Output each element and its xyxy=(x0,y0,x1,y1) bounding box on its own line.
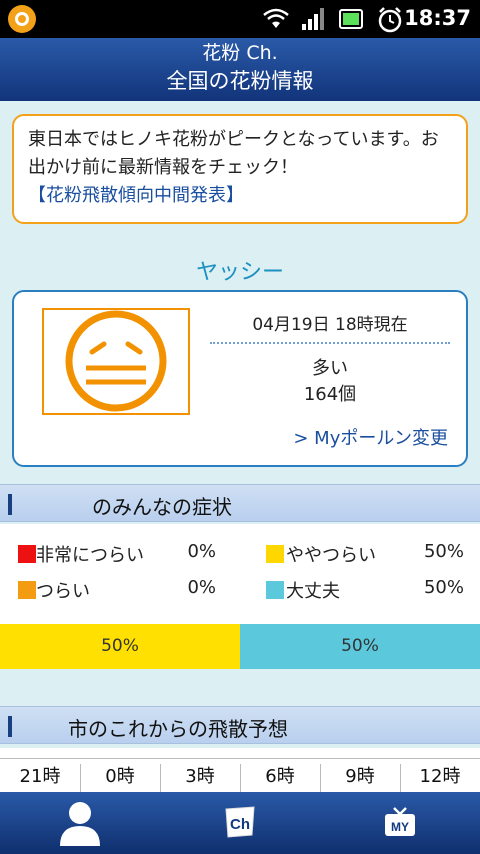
pollen-level: 多い xyxy=(312,358,348,379)
channel-icon-label: Ch xyxy=(230,816,250,833)
symptom-ratio-bar: 50% 50% xyxy=(0,624,480,669)
forecast-time: 12時 xyxy=(419,766,461,787)
forecast-panel: 21時 0時 3時 6時 9時 12時 xyxy=(0,748,480,792)
status-bar: 18:37 xyxy=(0,0,480,38)
somewhat-severe-swatch xyxy=(266,545,284,563)
symptom-label: つらい xyxy=(36,581,90,602)
notice-text: 東日本ではヒノキ花粉がピークとなっています。お出かけ前に最新情報をチェック！ xyxy=(28,129,439,178)
bottom-nav: Ch MY xyxy=(0,792,480,854)
forecast-time: 21時 xyxy=(19,766,61,787)
header-subtitle: 花粉 Ch. xyxy=(202,42,278,64)
divider xyxy=(0,758,480,759)
my-tv-icon: MY xyxy=(385,807,415,836)
forecast-time: 0時 xyxy=(105,766,135,787)
forecast-time: 3時 xyxy=(185,766,215,787)
location-name: ヤッシー xyxy=(195,260,284,285)
fine-swatch xyxy=(266,581,284,599)
ratio-segment-somewhat-severe: 50% xyxy=(0,624,240,669)
symptom-value: 0% xyxy=(187,577,216,598)
battery-icon xyxy=(339,9,363,29)
symptom-label: 大丈夫 xyxy=(286,581,340,602)
symptom-label: ややつらい xyxy=(286,545,376,566)
person-icon xyxy=(60,802,100,846)
very-severe-swatch xyxy=(18,545,36,563)
page-title: 全国の花粉情報 xyxy=(166,69,314,93)
notice-link[interactable]: 【花粉飛散傾向中間発表】 xyxy=(28,185,244,206)
forecast-time: 6時 xyxy=(265,766,295,787)
nav-home-button[interactable] xyxy=(0,792,160,854)
forecast-section-title: 市のこれからの飛散予想 xyxy=(68,717,288,741)
pollen-level-face xyxy=(42,308,190,415)
channel-icon: Ch xyxy=(225,806,255,838)
signal-icon xyxy=(302,8,324,30)
symptoms-section-title: のみんなの症状 xyxy=(92,495,232,519)
my-tv-icon-label: MY xyxy=(391,820,409,834)
unhappy-face-icon xyxy=(65,310,167,412)
ratio-segment-fine: 50% xyxy=(240,624,480,669)
symptoms-section-header: のみんなの症状 xyxy=(0,484,480,522)
nav-my-tv-button[interactable]: MY xyxy=(320,792,480,854)
symptom-row: 非常につらい 0% ややつらい 50% xyxy=(0,538,480,570)
pollen-timestamp: 04月19日 18時現在 xyxy=(252,315,408,335)
nav-channel-button[interactable]: Ch xyxy=(160,792,320,854)
symptom-value: 50% xyxy=(423,577,464,598)
symptom-value: 50% xyxy=(423,541,464,562)
forecast-section-header: 市のこれからの飛散予想 xyxy=(0,706,480,744)
alarm-icon xyxy=(378,7,402,33)
symptom-row: つらい 0% 大丈夫 50% xyxy=(0,574,480,606)
notice-card: 東日本ではヒノキ花粉がピークとなっています。お出かけ前に最新情報をチェック！ 【… xyxy=(12,114,468,224)
pollen-card: 04月19日 18時現在 多い 164個 > Myポールン変更 xyxy=(12,290,468,467)
my-pollen-change-link[interactable]: > Myポールン変更 xyxy=(293,424,448,450)
divider xyxy=(210,342,450,344)
section-accent xyxy=(8,494,12,515)
wifi-icon xyxy=(263,8,289,28)
section-accent xyxy=(8,716,12,737)
app-header: 花粉 Ch. 全国の花粉情報 xyxy=(0,38,480,101)
forecast-time-row: 21時 0時 3時 6時 9時 12時 xyxy=(0,762,480,792)
symptom-value: 0% xyxy=(187,541,216,562)
symptom-label: 非常につらい xyxy=(36,545,144,566)
status-time: 18:37 xyxy=(404,6,471,30)
app-logo-icon xyxy=(8,5,36,33)
severe-swatch xyxy=(18,581,36,599)
symptoms-panel: 非常につらい 0% ややつらい 50% つらい 0% 大丈夫 50% xyxy=(0,524,480,624)
pollen-count: 164個 xyxy=(303,384,357,405)
forecast-time: 9時 xyxy=(345,766,375,787)
